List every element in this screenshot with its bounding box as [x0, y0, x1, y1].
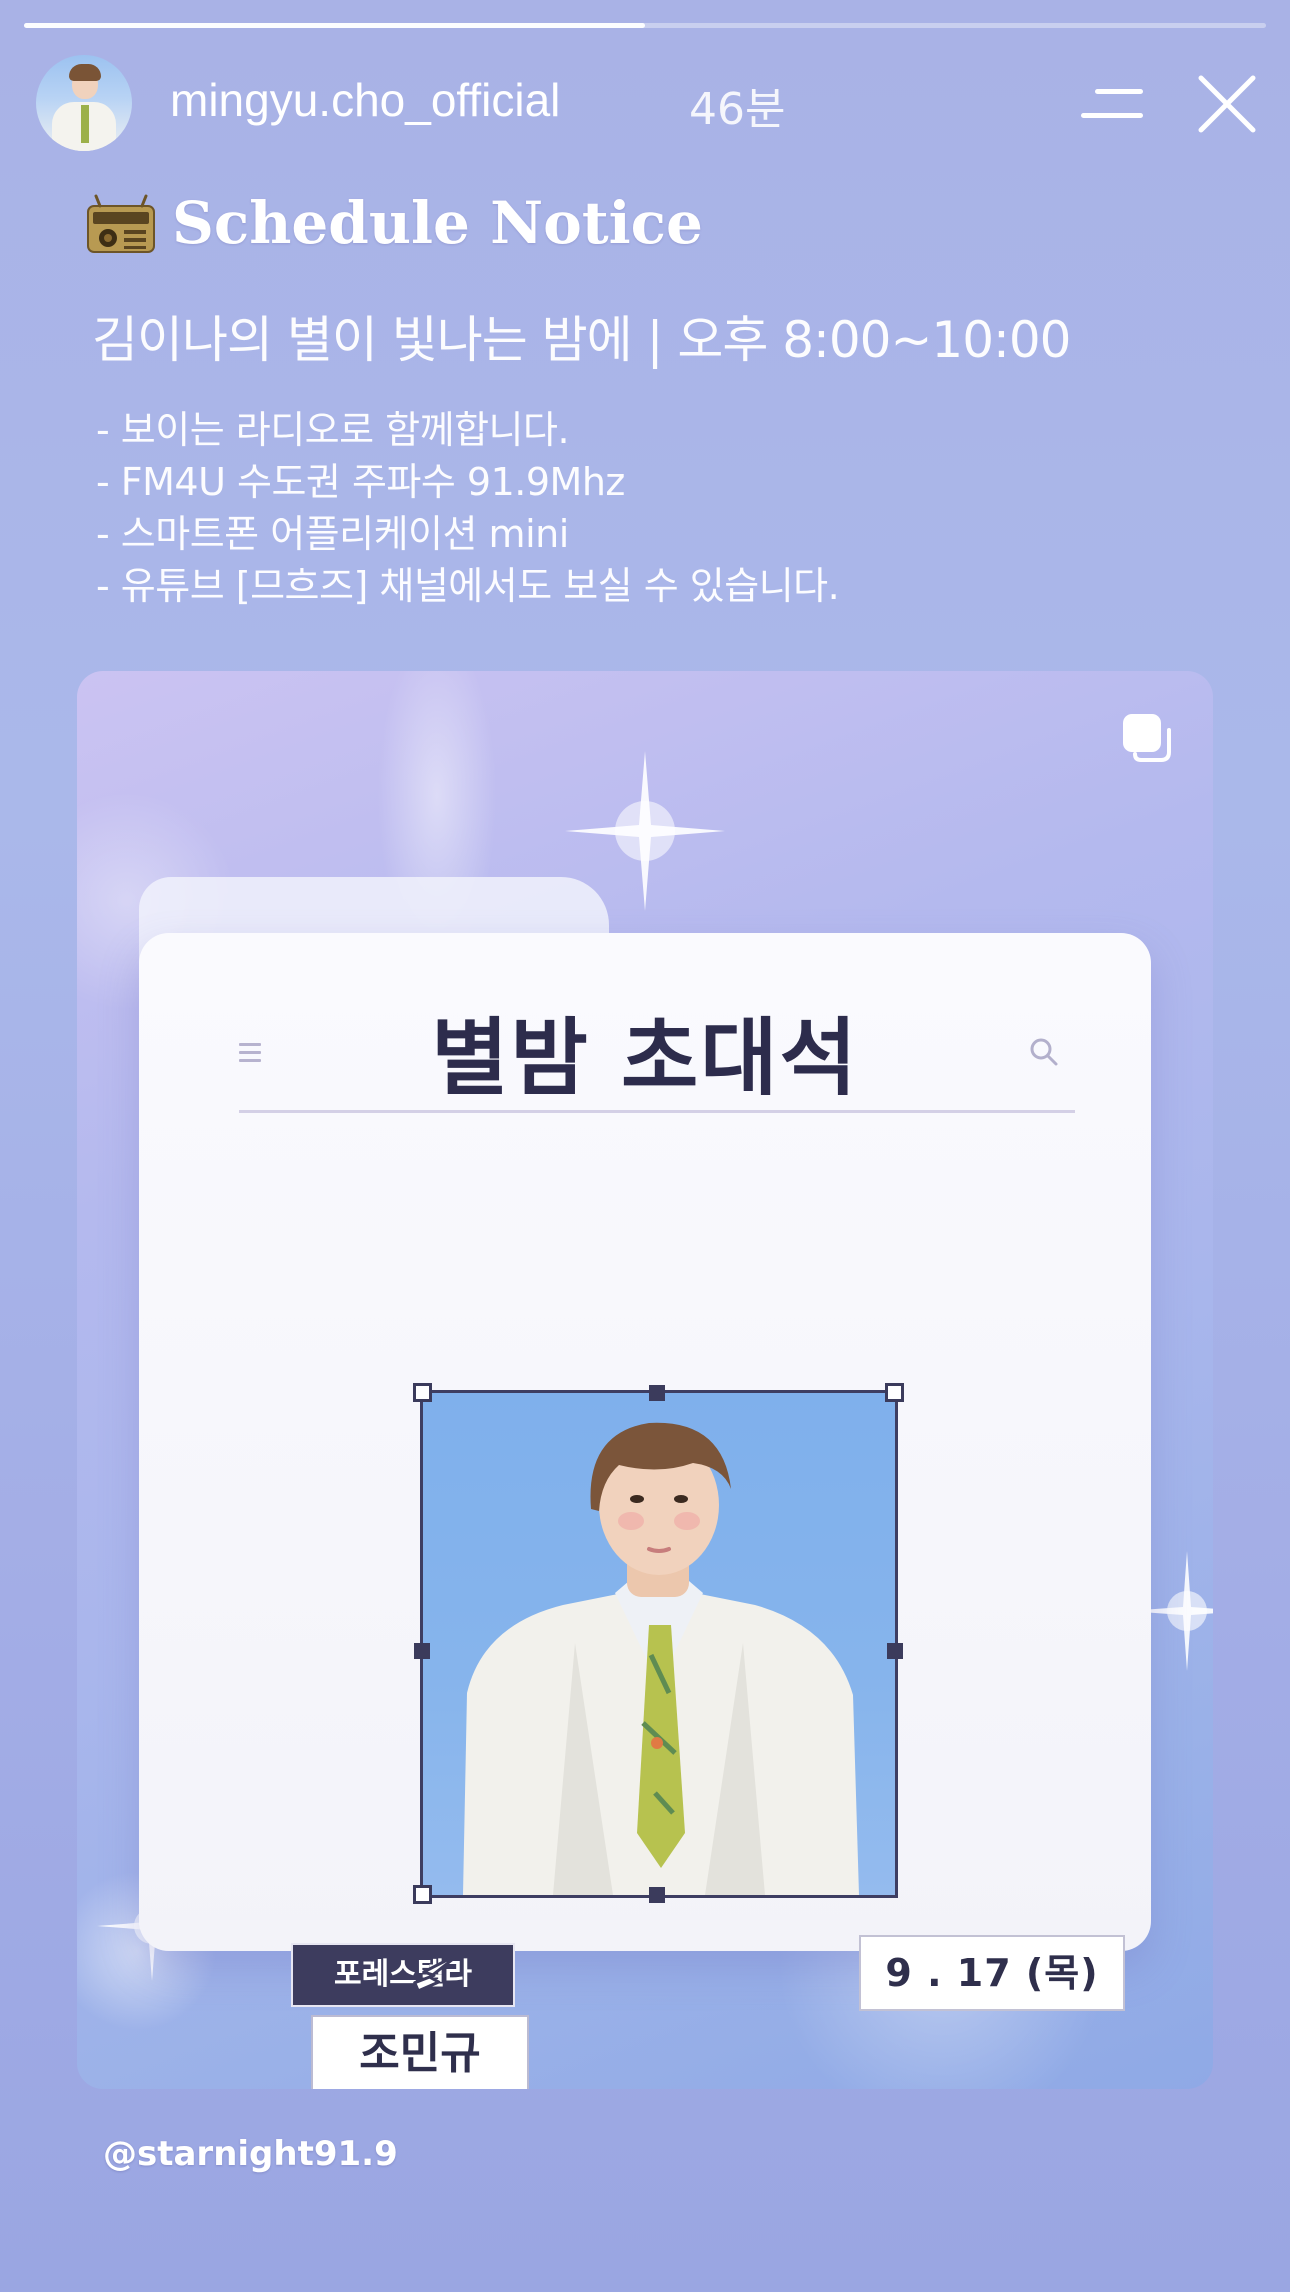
close-icon[interactable]: [1197, 74, 1257, 134]
mention-tag[interactable]: @starnight91.9: [103, 2134, 398, 2174]
resize-handle: [414, 1643, 430, 1659]
notice-heading: Schedule Notice: [86, 183, 846, 263]
cursor-arrow-icon: [413, 1951, 462, 1993]
story-progress-fill: [24, 23, 645, 28]
folder-panel: 별밤 초대석 포레스텔라 조민규 9 . 17 (목): [139, 933, 1151, 2089]
detail-line: - FM4U 수도권 주파수 91.9Mhz: [96, 460, 625, 504]
detail-line: - 스마트폰 어플리케이션 mini: [96, 512, 569, 556]
resize-handle: [885, 1383, 904, 1402]
folder-title: 별밤 초대석: [431, 1009, 859, 1107]
broadcast-date: 9 . 17 (목): [859, 1935, 1125, 2011]
resize-handle: [649, 1385, 665, 1401]
notice-title: Schedule Notice: [172, 189, 703, 257]
resize-handle: [413, 1383, 432, 1402]
resize-handle: [413, 1885, 432, 1904]
story-header: mingyu.cho_official 46분: [36, 55, 1266, 151]
show-schedule: 김이나의 별이 빛나는 밤에 | 오후 8:00~10:00: [92, 311, 1071, 369]
detail-line: - 유튜브 [므흐즈] 채널에서도 보실 수 있습니다.: [96, 564, 840, 608]
shared-post-card[interactable]: 별밤 초대석 포레스텔라 조민규 9 . 17 (목): [77, 671, 1213, 2089]
post-time: 46분: [689, 84, 786, 135]
detail-line: - 보이는 라디오로 함께합니다.: [96, 408, 570, 452]
group-label: 포레스텔라: [291, 1943, 515, 2007]
guest-name: 조민규: [311, 2015, 529, 2089]
multiple-posts-icon: [1123, 714, 1171, 762]
resize-handle: [649, 1887, 665, 1903]
username[interactable]: mingyu.cho_official: [170, 73, 560, 127]
avatar[interactable]: [36, 55, 132, 151]
divider: [239, 1110, 1075, 1113]
resize-handle: [887, 1643, 903, 1659]
notice-details: - 보이는 라디오로 함께합니다. - FM4U 수도권 주파수 91.9Mhz…: [96, 404, 840, 612]
menu-icon[interactable]: [1081, 83, 1143, 123]
search-icon: [1030, 1038, 1058, 1066]
selection-frame: [420, 1390, 898, 1898]
story-progress-bar: [24, 23, 1266, 28]
radio-icon: [87, 194, 155, 253]
